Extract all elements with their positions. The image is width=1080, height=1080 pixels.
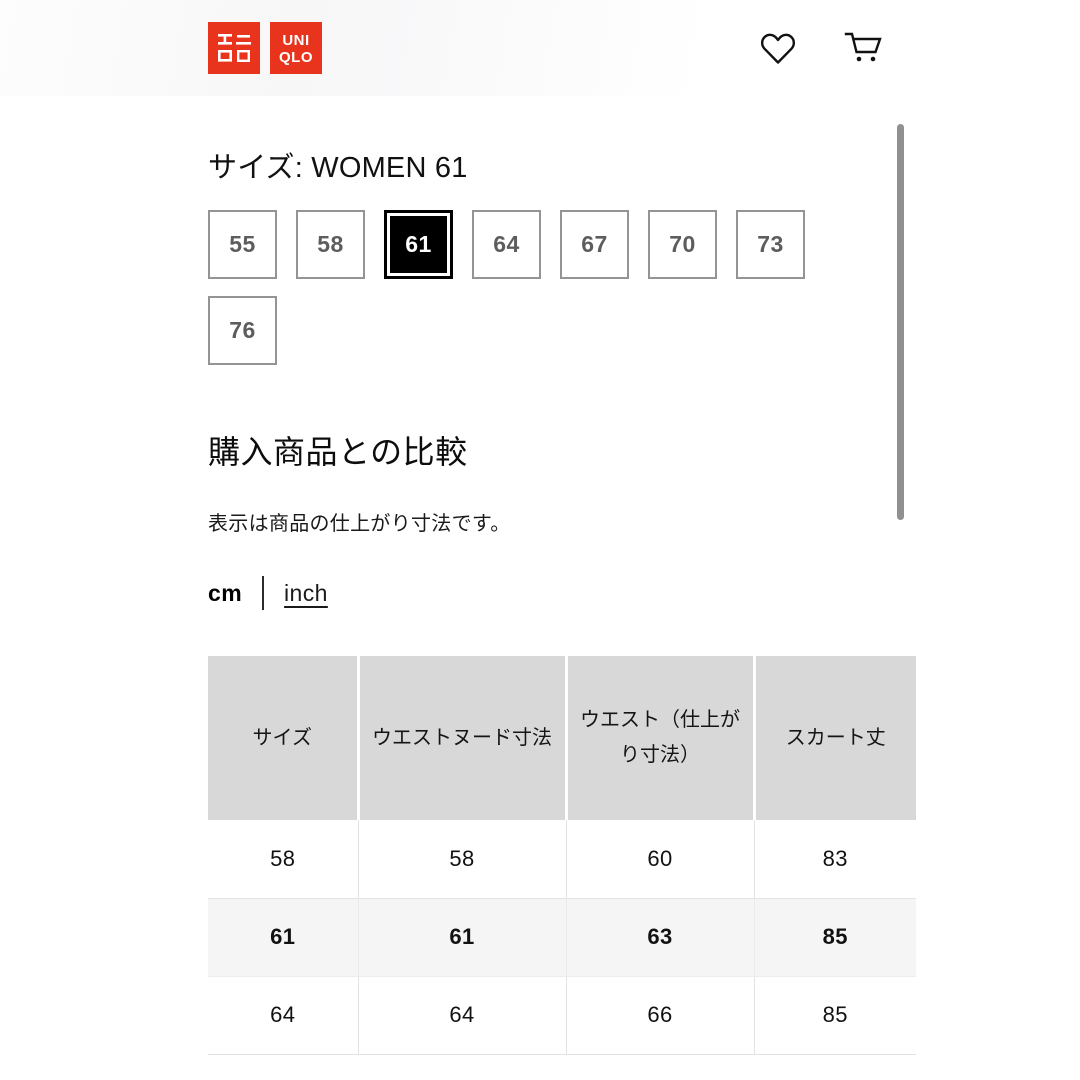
cell-size: 58 <box>208 820 359 899</box>
cell-skirt-length: 85 <box>754 898 916 977</box>
cell-size: 61 <box>208 898 359 977</box>
size-table: サイズ ウエストヌード寸法 ウエスト（仕上がり寸法） スカート丈 58 58 6… <box>208 656 916 1055</box>
size-option-73[interactable]: 73 <box>736 210 805 279</box>
column-header-skirt-length: スカート丈 <box>754 656 916 820</box>
cart-button[interactable] <box>844 28 884 68</box>
vertical-scrollbar[interactable] <box>897 124 904 520</box>
cell-skirt-length: 85 <box>754 976 916 1055</box>
shopping-cart-icon <box>844 30 884 66</box>
size-option-64[interactable]: 64 <box>472 210 541 279</box>
table-row: 58 58 60 83 <box>208 820 916 899</box>
unit-toggle: cm inch <box>0 536 1080 610</box>
size-table-header-row: サイズ ウエストヌード寸法 ウエスト（仕上がり寸法） スカート丈 <box>208 656 916 820</box>
uniqlo-logo[interactable]: UNI QLO <box>208 22 322 74</box>
column-header-waist-nude: ウエストヌード寸法 <box>358 656 568 820</box>
cell-waist-fin: 60 <box>566 820 755 899</box>
comparison-heading: 購入商品との比較 <box>208 434 468 470</box>
scrollbar-thumb[interactable] <box>897 124 904 520</box>
svg-text:QLO: QLO <box>279 49 313 66</box>
comparison-description: 表示は商品の仕上がり寸法です。 <box>208 513 511 535</box>
cell-waist-nude: 61 <box>358 898 567 977</box>
size-option-76[interactable]: 76 <box>208 296 277 365</box>
cell-size: 64 <box>208 976 359 1055</box>
cell-waist-nude: 64 <box>358 976 567 1055</box>
column-header-waist-fin: ウエスト（仕上がり寸法） <box>566 656 756 820</box>
size-option-58[interactable]: 58 <box>296 210 365 279</box>
cell-waist-nude: 58 <box>358 820 567 899</box>
selected-size-title: サイズ: WOMEN 61 <box>208 152 468 184</box>
size-option-grid: 55 58 61 64 67 70 73 76 <box>0 186 868 365</box>
unit-cm-option[interactable]: cm <box>208 580 242 607</box>
size-option-70[interactable]: 70 <box>648 210 717 279</box>
unit-divider <box>262 576 265 610</box>
heart-icon <box>760 31 796 65</box>
size-table-head: サイズ ウエストヌード寸法 ウエスト（仕上がり寸法） スカート丈 <box>208 656 916 820</box>
cell-skirt-length: 83 <box>754 820 916 899</box>
site-header: UNI QLO <box>0 0 1080 96</box>
cell-waist-fin: 63 <box>566 898 755 977</box>
size-option-67[interactable]: 67 <box>560 210 629 279</box>
svg-text:UNI: UNI <box>282 32 309 49</box>
header-actions <box>758 28 884 68</box>
wishlist-button[interactable] <box>758 28 798 68</box>
page-content: サイズ: WOMEN 61 55 58 61 64 67 70 73 76 購入… <box>0 96 1080 1055</box>
uniqlo-logo-en-tile: UNI QLO <box>270 22 322 74</box>
size-option-61[interactable]: 61 <box>384 210 453 279</box>
cell-waist-fin: 66 <box>566 976 755 1055</box>
unit-inch-option[interactable]: inch <box>284 580 328 607</box>
uniqlo-logo-jp-tile <box>208 22 260 74</box>
size-table-body: 58 58 60 83 61 61 63 85 64 64 66 85 <box>208 820 916 1055</box>
table-row-selected: 61 61 63 85 <box>208 898 916 977</box>
size-table-container: サイズ ウエストヌード寸法 ウエスト（仕上がり寸法） スカート丈 58 58 6… <box>0 610 916 1055</box>
size-option-55[interactable]: 55 <box>208 210 277 279</box>
table-row: 64 64 66 85 <box>208 976 916 1055</box>
column-header-size: サイズ <box>208 656 360 820</box>
